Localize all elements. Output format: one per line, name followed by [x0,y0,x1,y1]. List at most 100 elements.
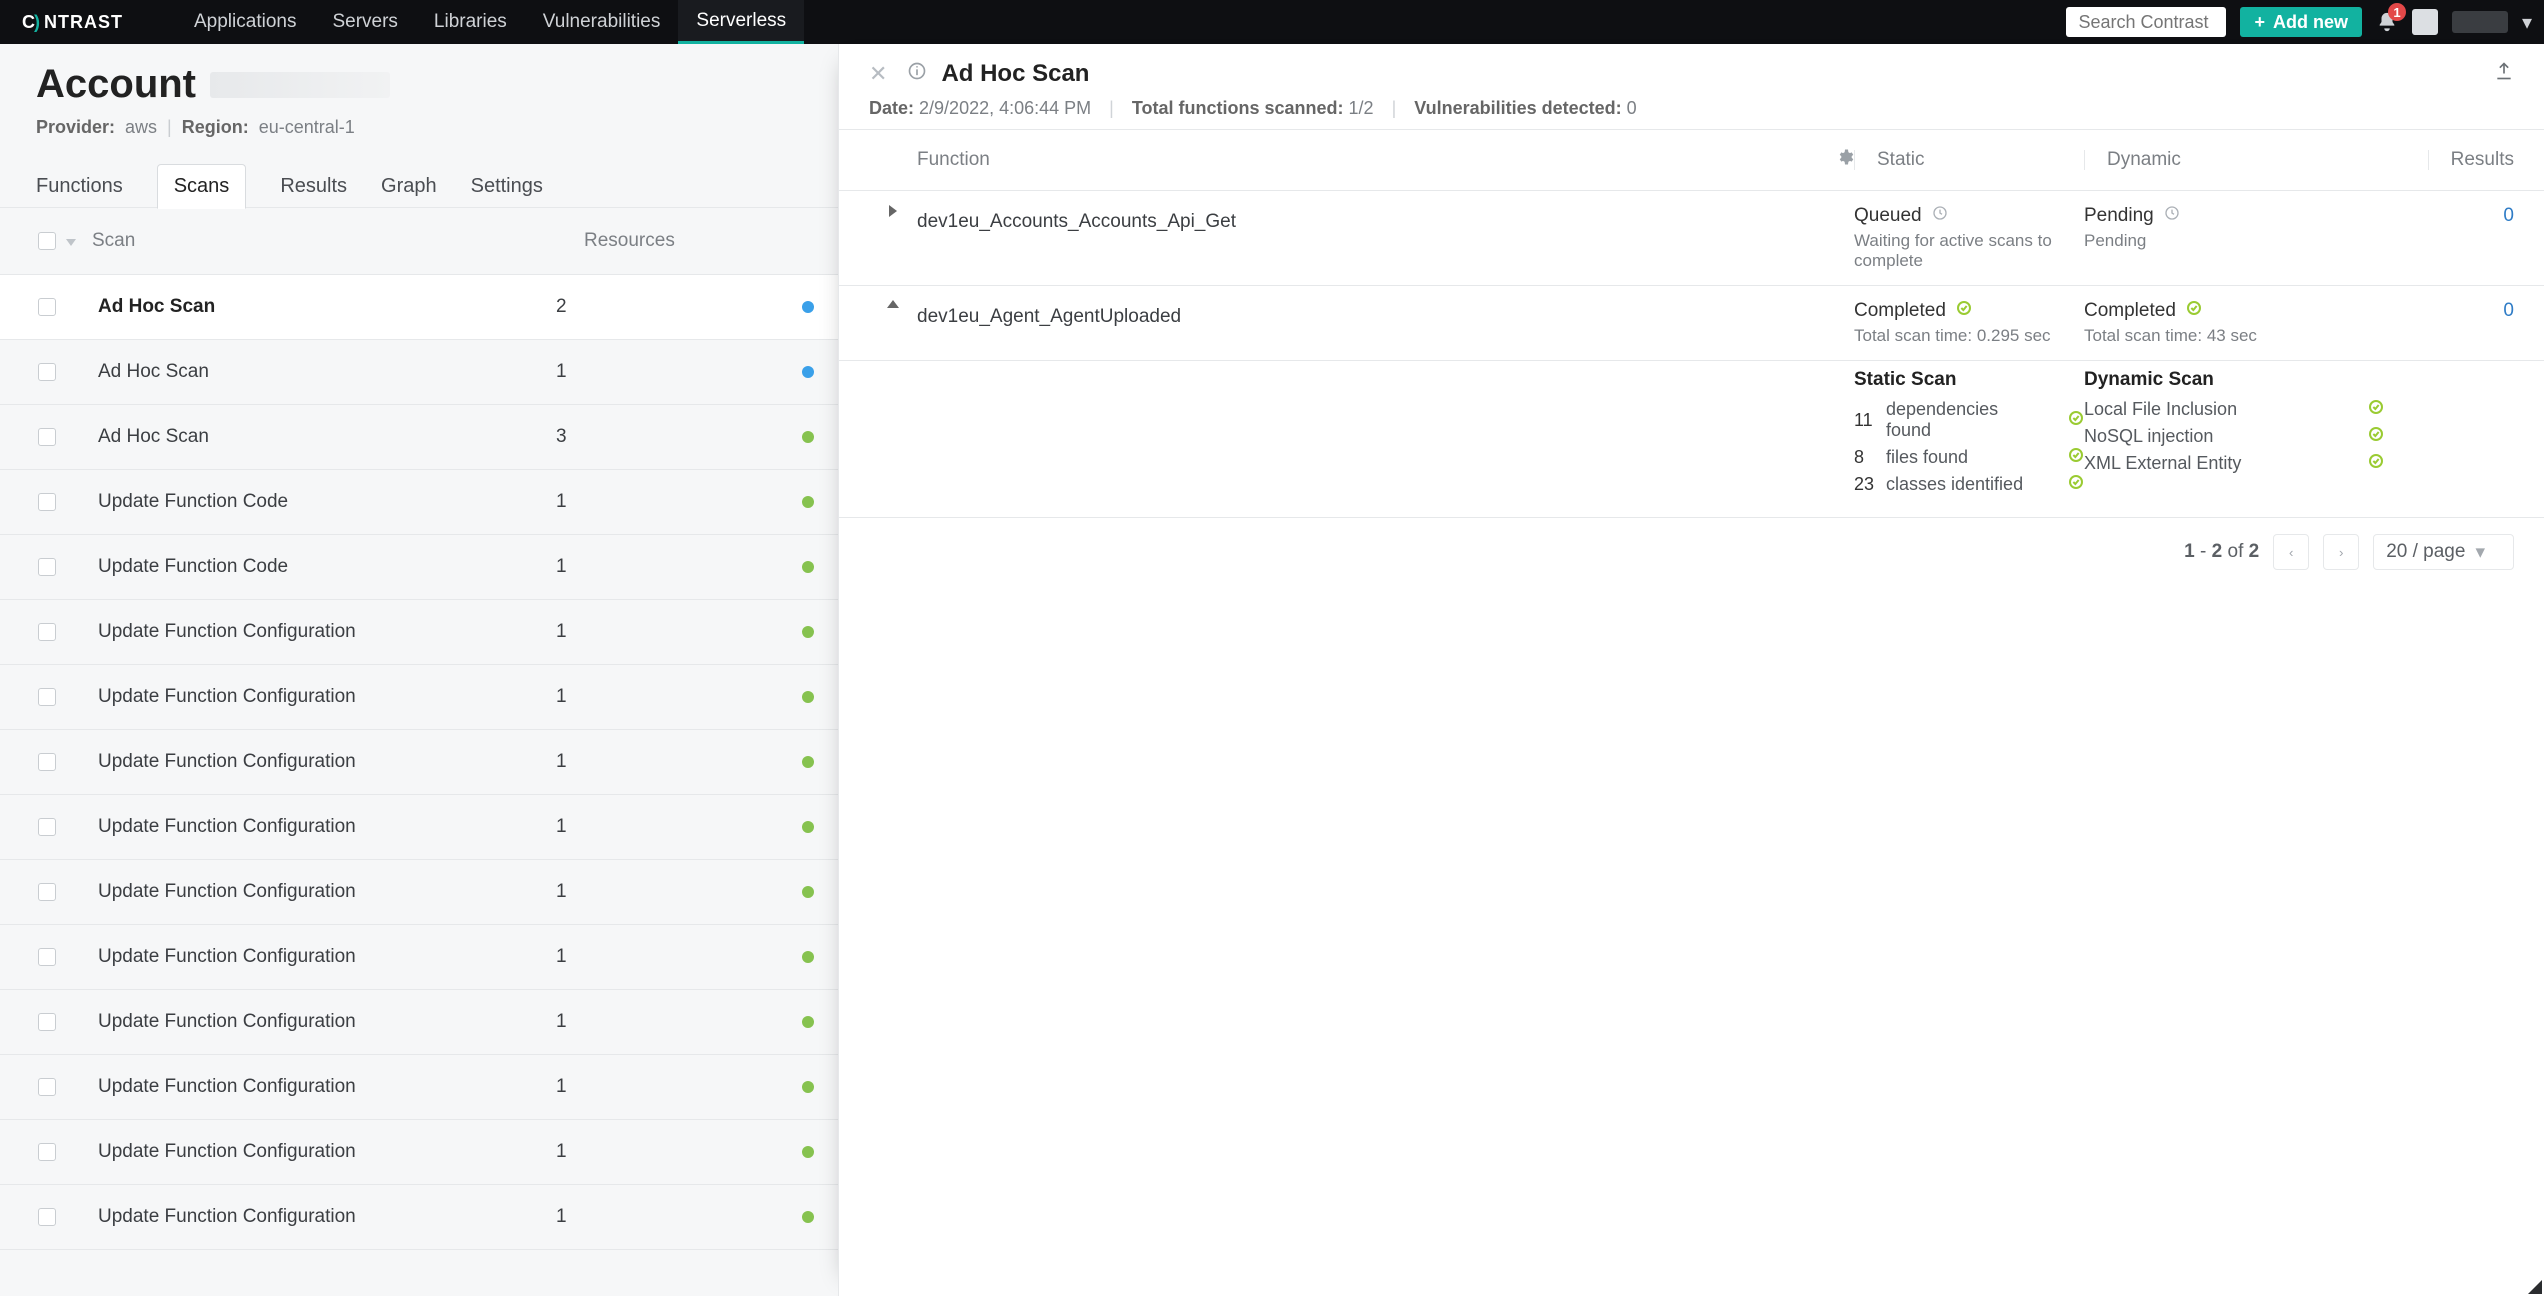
global-search[interactable] [2066,7,2226,37]
select-all-checkbox[interactable] [38,232,56,250]
vuln-value: 0 [1627,98,1637,118]
close-icon[interactable]: ✕ [869,61,887,87]
scan-row[interactable]: Update Function Configuration1 [0,1055,838,1120]
svg-text:): ) [34,12,41,32]
scan-row[interactable]: Update Function Configuration1 [0,1120,838,1185]
scan-row[interactable]: Update Function Code1 [0,535,838,600]
tab-functions[interactable]: Functions [36,175,123,198]
page-size-select[interactable]: 20 / page ▾ [2373,534,2514,570]
scan-name: Update Function Configuration [98,881,540,903]
dynamic-substatus: Pending [2084,231,2384,251]
status-dot-icon [802,1146,814,1158]
scan-row[interactable]: Update Function Configuration1 [0,795,838,860]
scan-row[interactable]: Update Function Configuration1 [0,730,838,795]
function-name: dev1eu_Agent_AgentUploaded [917,300,1854,328]
nav-vulnerabilities[interactable]: Vulnerabilities [525,0,679,44]
row-checkbox[interactable] [38,818,56,836]
column-resources-header[interactable]: Resources [584,230,814,252]
results-link[interactable]: 0 [2503,300,2514,321]
org-switcher[interactable] [2452,11,2508,33]
column-function-header[interactable]: Function [917,149,990,171]
results-link[interactable]: 0 [2503,205,2514,226]
column-results-header[interactable]: Results [2451,149,2514,171]
row-checkbox[interactable] [38,753,56,771]
resize-handle-icon[interactable] [2528,1280,2542,1294]
date-value: 2/9/2022, 4:06:44 PM [919,98,1091,118]
scan-name: Ad Hoc Scan [98,296,540,318]
check-circle-icon [2368,453,2384,474]
tab-scans[interactable]: Scans [157,164,247,209]
column-scan-header[interactable]: Scan [92,230,568,252]
search-input[interactable] [2076,11,2216,34]
row-checkbox[interactable] [38,688,56,706]
dynamic-item-text: NoSQL injection [2084,426,2213,447]
pager-next-button[interactable]: › [2323,534,2359,570]
scan-row[interactable]: Update Function Configuration1 [0,860,838,925]
nav-applications[interactable]: Applications [176,0,314,44]
check-circle-icon [2068,410,2084,431]
export-icon[interactable] [2494,61,2514,87]
scan-row[interactable]: Update Function Configuration1 [0,600,838,665]
status-dot-icon [802,756,814,768]
scan-resources: 3 [556,426,786,448]
row-checkbox[interactable] [38,883,56,901]
status-dot-icon [802,561,814,573]
topbar-right-cluster: + Add new 1 ▾ [2066,7,2532,37]
function-name: dev1eu_Accounts_Accounts_Api_Get [917,205,1854,233]
nav-serverless[interactable]: Serverless [678,0,804,44]
row-checkbox[interactable] [38,298,56,316]
scan-name: Update Function Configuration [98,1141,540,1163]
meta-separator: | [167,117,172,138]
row-checkbox[interactable] [38,623,56,641]
notifications-button[interactable]: 1 [2376,11,2398,33]
scan-resources: 1 [556,361,786,383]
row-checkbox[interactable] [38,363,56,381]
scan-name: Update Function Configuration [98,686,540,708]
row-checkbox[interactable] [38,948,56,966]
row-checkbox[interactable] [38,1208,56,1226]
scan-row[interactable]: Update Function Configuration1 [0,925,838,990]
chevron-down-icon[interactable]: ▾ [2522,10,2532,35]
scan-row[interactable]: Update Function Configuration 1 [0,665,838,730]
scan-row[interactable]: Update Function Configuration1 [0,1185,838,1250]
column-static-header[interactable]: Static [1877,149,1925,171]
pager-prev-button[interactable]: ‹ [2273,534,2309,570]
row-checkbox[interactable] [38,1078,56,1096]
row-checkbox[interactable] [38,1013,56,1031]
gear-icon[interactable] [1836,148,1854,172]
row-checkbox[interactable] [38,1143,56,1161]
clock-icon [1932,205,1948,227]
function-row[interactable]: dev1eu_Accounts_Accounts_Api_GetQueuedWa… [839,191,2544,286]
scan-detail-drawer: ✕ Ad Hoc Scan Date: 2/9/2022, 4:06:44 PM… [838,44,2544,1296]
nav-servers[interactable]: Servers [314,0,415,44]
scan-resources: 1 [556,946,786,968]
tab-settings[interactable]: Settings [471,175,543,198]
notification-count-badge: 1 [2388,3,2406,21]
dynamic-substatus: Total scan time: 43 sec [2084,326,2384,346]
function-row[interactable]: dev1eu_Agent_AgentUploadedCompletedTotal… [839,286,2544,361]
column-dynamic-header[interactable]: Dynamic [2107,149,2181,171]
static-substatus: Waiting for active scans to complete [1854,231,2084,271]
add-new-button[interactable]: + Add new [2240,7,2362,37]
brand[interactable]: C ) NTRAST [22,12,148,32]
scan-name: Update Function Configuration [98,1076,540,1098]
chevron-down-icon[interactable] [66,230,76,252]
scan-row[interactable]: Ad Hoc Scan1 [0,340,838,405]
row-checkbox[interactable] [38,428,56,446]
scan-row[interactable]: Update Function Code1 [0,470,838,535]
pager-from: 1 [2184,541,2195,562]
nav-libraries[interactable]: Libraries [416,0,525,44]
scan-row[interactable]: Update Function Configuration1 [0,990,838,1055]
static-scan-title: Static Scan [1854,369,2084,391]
row-checkbox[interactable] [38,493,56,511]
drawer-header: ✕ Ad Hoc Scan Date: 2/9/2022, 4:06:44 PM… [839,44,2544,130]
expand-toggle[interactable] [869,300,917,308]
row-checkbox[interactable] [38,558,56,576]
avatar[interactable] [2412,9,2438,35]
scan-row[interactable]: Ad Hoc Scan3 [0,405,838,470]
expand-toggle[interactable] [869,205,917,217]
tab-graph[interactable]: Graph [381,175,437,198]
scan-resources: 1 [556,686,786,708]
scan-row[interactable]: Ad Hoc Scan2 [0,275,838,340]
tab-results[interactable]: Results [280,175,347,198]
